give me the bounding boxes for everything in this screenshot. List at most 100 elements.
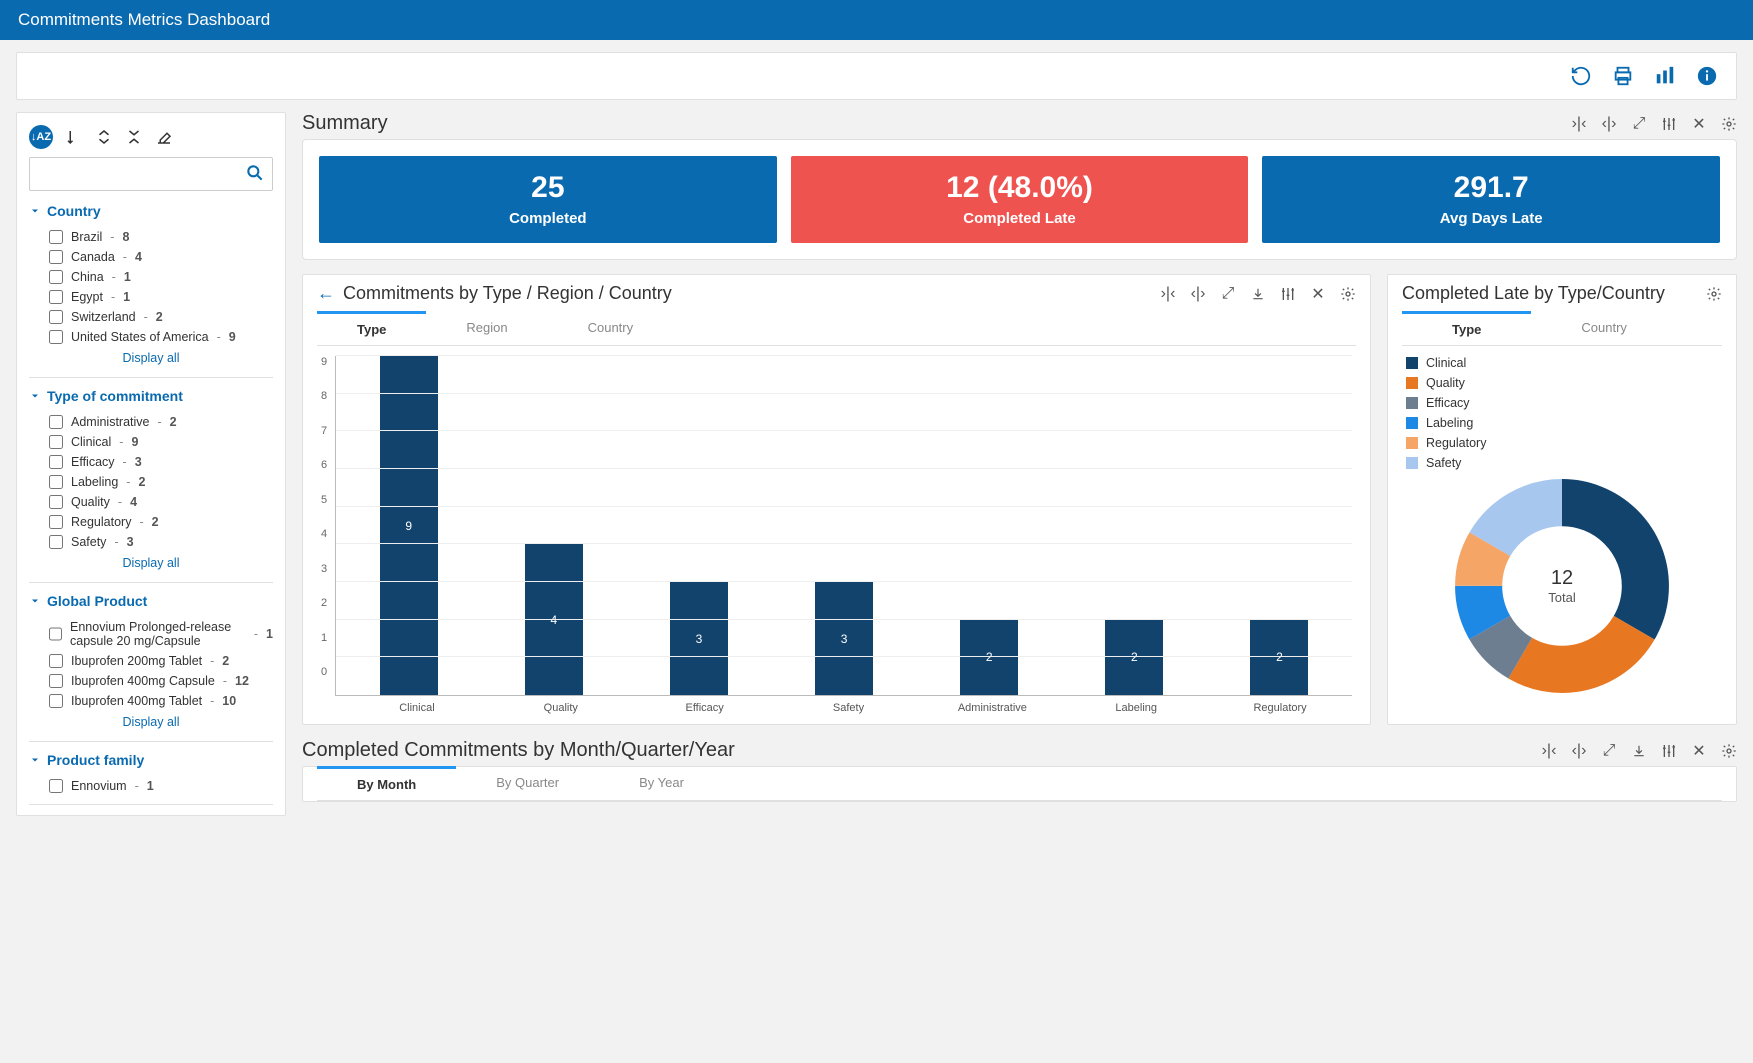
global-toolbar <box>16 52 1737 100</box>
facet-item[interactable]: Canada - 4 <box>29 247 273 267</box>
tab[interactable]: By Quarter <box>456 767 599 800</box>
tab[interactable]: By Month <box>317 766 456 800</box>
facet-item[interactable]: Administrative - 2 <box>29 412 273 432</box>
legend-item[interactable]: Clinical <box>1406 356 1718 370</box>
facet-checkbox[interactable] <box>49 654 63 668</box>
facet-checkbox[interactable] <box>49 674 63 688</box>
facet-header[interactable]: Product family <box>29 752 273 768</box>
close-icon[interactable]: ✕ <box>1691 116 1707 132</box>
facet-checkbox[interactable] <box>49 230 63 244</box>
facet-checkbox[interactable] <box>49 270 63 284</box>
gear-icon[interactable] <box>1721 116 1737 132</box>
sliders-icon[interactable] <box>1661 743 1677 759</box>
facet-item[interactable]: Efficacy - 3 <box>29 452 273 472</box>
facet-item[interactable]: United States of America - 9 <box>29 327 273 347</box>
gear-icon[interactable] <box>1340 286 1356 302</box>
search-icon[interactable] <box>245 163 265 188</box>
facet-checkbox[interactable] <box>49 627 62 641</box>
bar[interactable]: 4 <box>525 544 583 695</box>
sliders-icon[interactable] <box>1661 116 1677 132</box>
collapse-h-icon[interactable]: ›|‹ <box>1541 743 1557 759</box>
facet-checkbox[interactable] <box>49 435 63 449</box>
gear-icon[interactable] <box>1706 286 1722 302</box>
tab[interactable]: By Year <box>599 767 724 800</box>
expand-panel-icon[interactable]: ⤢ <box>1601 743 1617 759</box>
close-icon[interactable]: ✕ <box>1310 286 1326 302</box>
tab[interactable]: Country <box>1531 312 1677 345</box>
back-arrow-icon[interactable]: ← <box>317 283 335 304</box>
sliders-icon[interactable] <box>1280 286 1296 302</box>
bar[interactable]: 3 <box>670 582 728 695</box>
facet-item[interactable]: Clinical - 9 <box>29 432 273 452</box>
facet-item[interactable]: Egypt - 1 <box>29 287 273 307</box>
expand-icon[interactable] <box>95 128 113 146</box>
facet-checkbox[interactable] <box>49 250 63 264</box>
bars-icon[interactable] <box>1654 65 1676 87</box>
by-type-panel: ← Commitments by Type / Region / Country… <box>302 274 1371 725</box>
facet-item[interactable]: Ennovium - 1 <box>29 776 273 796</box>
facet-checkbox[interactable] <box>49 310 63 324</box>
display-all-link[interactable]: Display all <box>29 347 273 369</box>
facet-checkbox[interactable] <box>49 455 63 469</box>
facet-checkbox[interactable] <box>49 330 63 344</box>
facet-item[interactable]: Ibuprofen 200mg Tablet - 2 <box>29 651 273 671</box>
facet-checkbox[interactable] <box>49 515 63 529</box>
facet-checkbox[interactable] <box>49 475 63 489</box>
code-icon[interactable]: ‹|› <box>1190 286 1206 302</box>
tab[interactable]: Country <box>548 312 674 345</box>
legend-item[interactable]: Quality <box>1406 376 1718 390</box>
collapse-icon[interactable] <box>125 128 143 146</box>
bar[interactable]: 3 <box>815 582 873 695</box>
facet-item[interactable]: Switzerland - 2 <box>29 307 273 327</box>
tab[interactable]: Type <box>317 311 426 345</box>
facet-checkbox[interactable] <box>49 535 63 549</box>
expand-panel-icon[interactable]: ⤢ <box>1220 286 1236 302</box>
print-icon[interactable] <box>1612 65 1634 87</box>
facet-item[interactable]: Labeling - 2 <box>29 472 273 492</box>
collapse-h-icon[interactable]: ›|‹ <box>1571 116 1587 132</box>
facet-checkbox[interactable] <box>49 694 63 708</box>
expand-panel-icon[interactable]: ⤢ <box>1631 116 1647 132</box>
collapse-h-icon[interactable]: ›|‹ <box>1160 286 1176 302</box>
download-icon[interactable] <box>1250 286 1266 302</box>
download-icon[interactable] <box>1631 743 1647 759</box>
facet-item[interactable]: China - 1 <box>29 267 273 287</box>
sort-numeric-icon[interactable] <box>65 128 83 146</box>
summary-card: 291.7Avg Days Late <box>1262 156 1720 243</box>
bar[interactable]: 9 <box>380 356 438 695</box>
facet-item[interactable]: Safety - 3 <box>29 532 273 552</box>
code-icon[interactable]: ‹|› <box>1601 116 1617 132</box>
facet-item[interactable]: Ennovium Prolonged-release capsule 20 mg… <box>29 617 273 651</box>
tab[interactable]: Region <box>426 312 547 345</box>
display-all-link[interactable]: Display all <box>29 711 273 733</box>
facet-item[interactable]: Ibuprofen 400mg Capsule - 12 <box>29 671 273 691</box>
facet-item[interactable]: Regulatory - 2 <box>29 512 273 532</box>
facet-item[interactable]: Brazil - 8 <box>29 227 273 247</box>
close-icon[interactable]: ✕ <box>1691 743 1707 759</box>
info-icon[interactable] <box>1696 65 1718 87</box>
legend-item[interactable]: Efficacy <box>1406 396 1718 410</box>
sort-az-icon[interactable]: ↓AZ <box>29 125 53 149</box>
legend-item[interactable]: Labeling <box>1406 416 1718 430</box>
legend-item[interactable]: Safety <box>1406 456 1718 470</box>
facet-item[interactable]: Ibuprofen 400mg Tablet - 10 <box>29 691 273 711</box>
code-icon[interactable]: ‹|› <box>1571 743 1587 759</box>
donut-center-label: Total <box>1548 590 1575 605</box>
filter-search-input[interactable] <box>29 157 273 191</box>
facet-item[interactable]: Quality - 4 <box>29 492 273 512</box>
gear-icon[interactable] <box>1721 743 1737 759</box>
facet-checkbox[interactable] <box>49 495 63 509</box>
tab[interactable]: Type <box>1402 311 1531 345</box>
facet-header[interactable]: Global Product <box>29 593 273 609</box>
facet-checkbox[interactable] <box>49 415 63 429</box>
facet-header[interactable]: Country <box>29 203 273 219</box>
late-by-type-panel: Completed Late by Type/Country TypeCount… <box>1387 274 1737 725</box>
erase-icon[interactable] <box>155 128 173 146</box>
refresh-icon[interactable] <box>1570 65 1592 87</box>
facet-checkbox[interactable] <box>49 779 63 793</box>
display-all-link[interactable]: Display all <box>29 552 273 574</box>
legend-item[interactable]: Regulatory <box>1406 436 1718 450</box>
summary-cards: 25Completed12 (48.0%)Completed Late291.7… <box>302 139 1737 260</box>
facet-header[interactable]: Type of commitment <box>29 388 273 404</box>
facet-checkbox[interactable] <box>49 290 63 304</box>
